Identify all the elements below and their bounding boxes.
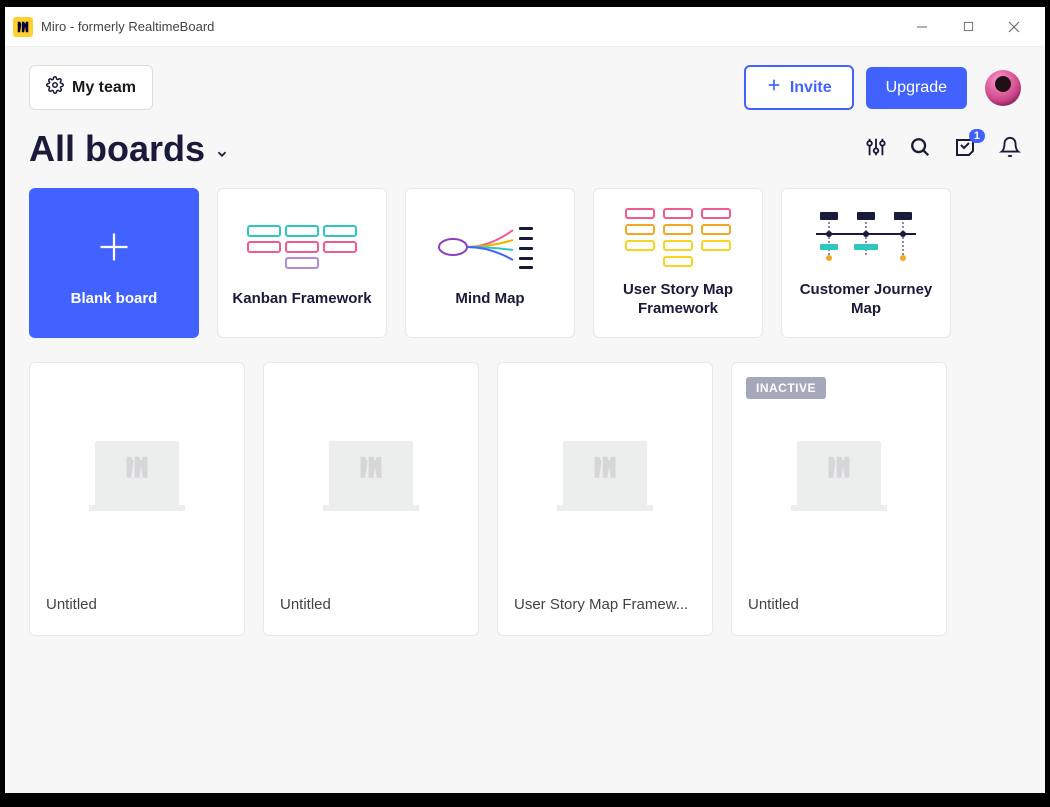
- board-preview: [498, 363, 712, 582]
- heading-row: All boards 1: [29, 128, 1021, 170]
- board-title: Untitled: [30, 582, 244, 635]
- titlebar: Miro - formerly RealtimeBoard: [5, 7, 1045, 47]
- miro-logo-icon: [357, 453, 385, 486]
- mindmap-thumb: [430, 217, 550, 277]
- chevron-down-icon: [215, 128, 229, 170]
- board-title: Untitled: [732, 582, 946, 635]
- template-label: Customer Journey Map: [792, 280, 940, 319]
- board-preview: [264, 363, 478, 582]
- inbox-icon[interactable]: 1: [953, 135, 977, 164]
- team-selector-button[interactable]: My team: [29, 65, 153, 110]
- boards-heading-dropdown[interactable]: All boards: [29, 128, 229, 170]
- usm-thumb: [618, 208, 738, 268]
- template-user-story-map[interactable]: User Story Map Framework: [593, 188, 763, 338]
- inactive-badge: INACTIVE: [746, 377, 826, 399]
- template-label: Mind Map: [455, 289, 524, 309]
- upgrade-button[interactable]: Upgrade: [866, 67, 967, 109]
- filters-icon[interactable]: [865, 136, 887, 163]
- app-window: Miro - formerly RealtimeBoard My team In…: [5, 7, 1045, 793]
- template-kanban[interactable]: Kanban Framework: [217, 188, 387, 338]
- tool-icons: 1: [865, 135, 1021, 164]
- topbar: My team Invite Upgrade: [29, 65, 1021, 110]
- template-customer-journey-map[interactable]: Customer Journey Map: [781, 188, 951, 338]
- plus-icon: [54, 217, 174, 277]
- window-controls: [899, 11, 1037, 43]
- template-mind-map[interactable]: Mind Map: [405, 188, 575, 338]
- template-label: User Story Map Framework: [604, 280, 752, 319]
- invite-button[interactable]: Invite: [744, 65, 854, 110]
- board-card[interactable]: Untitled: [29, 362, 245, 636]
- team-label: My team: [72, 79, 136, 97]
- bell-icon[interactable]: [999, 136, 1021, 163]
- inbox-badge: 1: [969, 129, 985, 143]
- cjm-thumb: [806, 208, 926, 268]
- template-label: Kanban Framework: [232, 289, 371, 309]
- templates-row: Blank board Kanban Framework Mind Map: [29, 188, 1021, 338]
- boards-grid: Untitled Untitled User Story Map Framew.…: [29, 362, 1021, 636]
- main-content: My team Invite Upgrade All boards 1: [5, 47, 1045, 793]
- kanban-thumb: [242, 217, 362, 277]
- board-title: Untitled: [264, 582, 478, 635]
- minimize-button[interactable]: [899, 11, 945, 43]
- maximize-button[interactable]: [945, 11, 991, 43]
- miro-logo-icon: [591, 453, 619, 486]
- template-blank-board[interactable]: Blank board: [29, 188, 199, 338]
- miro-logo-icon: [123, 453, 151, 486]
- window-title: Miro - formerly RealtimeBoard: [41, 19, 899, 34]
- board-card[interactable]: User Story Map Framew...: [497, 362, 713, 636]
- heading-text: All boards: [29, 128, 205, 170]
- plus-icon: [766, 77, 782, 98]
- close-button[interactable]: [991, 11, 1037, 43]
- search-icon[interactable]: [909, 136, 931, 163]
- app-icon: [13, 17, 33, 37]
- board-card[interactable]: Untitled: [263, 362, 479, 636]
- board-title: User Story Map Framew...: [498, 582, 712, 635]
- invite-label: Invite: [790, 79, 832, 97]
- miro-logo-icon: [825, 453, 853, 486]
- gear-icon: [46, 76, 64, 99]
- board-card[interactable]: INACTIVE Untitled: [731, 362, 947, 636]
- board-preview: [30, 363, 244, 582]
- template-label: Blank board: [71, 289, 158, 309]
- avatar[interactable]: [985, 70, 1021, 106]
